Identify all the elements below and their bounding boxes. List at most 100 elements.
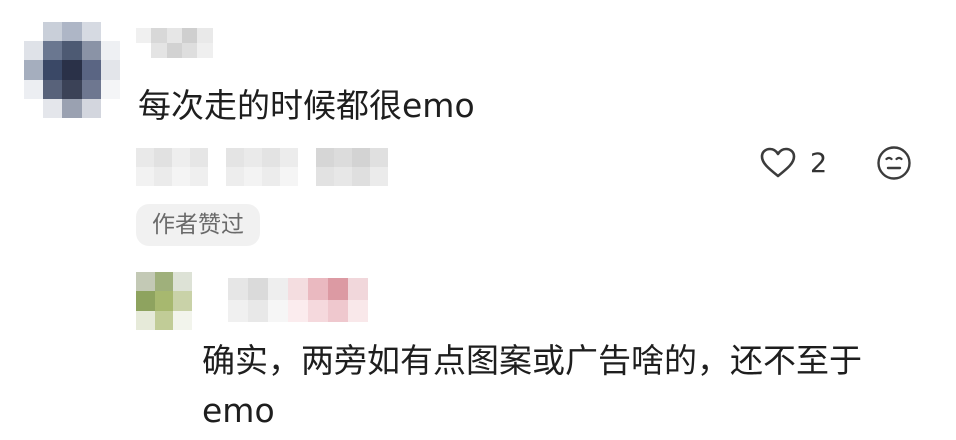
mosaic-cell xyxy=(280,148,298,167)
mosaic-cell xyxy=(62,22,82,42)
mosaic-cell xyxy=(81,60,101,80)
mosaic-cell xyxy=(43,41,63,61)
mosaic-cell xyxy=(81,41,101,61)
mosaic-cell xyxy=(197,28,213,43)
mosaic-cell xyxy=(136,310,155,330)
mosaic-cell xyxy=(43,22,63,42)
mosaic-cell xyxy=(43,79,63,99)
mosaic-cell xyxy=(248,300,268,322)
mosaic-cell xyxy=(100,98,120,118)
mosaic-cell xyxy=(100,60,120,80)
mosaic-cell xyxy=(24,98,44,118)
mosaic-cell xyxy=(348,278,368,300)
mosaic-cell xyxy=(173,272,192,292)
comment-meta-redacted xyxy=(136,148,388,186)
mosaic-cell xyxy=(24,22,44,42)
mosaic-cell xyxy=(24,60,44,80)
mosaic-cell xyxy=(100,41,120,61)
reply-username-redacted[interactable] xyxy=(208,278,368,322)
mosaic-cell xyxy=(154,167,172,186)
mosaic-cell xyxy=(62,41,82,61)
neutral-face-icon[interactable] xyxy=(876,145,912,181)
mosaic-cell xyxy=(288,278,308,300)
mosaic-cell xyxy=(208,300,228,322)
mosaic-cell xyxy=(151,43,167,58)
mosaic-cell xyxy=(208,278,228,300)
author-liked-badge: 作者赞过 xyxy=(136,204,260,246)
mosaic-cell xyxy=(352,148,370,167)
mosaic-cell xyxy=(268,278,288,300)
mosaic-cell xyxy=(228,278,248,300)
mosaic-cell xyxy=(262,148,280,167)
mosaic-cell xyxy=(316,148,334,167)
mosaic-cell xyxy=(370,167,388,186)
mosaic-cell xyxy=(212,28,228,43)
mosaic-cell xyxy=(136,28,152,43)
mosaic-cell xyxy=(166,28,182,43)
mosaic-cell xyxy=(316,167,334,186)
mosaic-cell xyxy=(262,167,280,186)
mosaic-cell xyxy=(228,300,248,322)
mosaic-cell xyxy=(334,167,352,186)
mosaic-cell xyxy=(190,148,208,167)
mosaic-cell xyxy=(151,28,167,43)
mosaic-cell xyxy=(136,272,155,292)
mosaic-cell xyxy=(154,291,174,311)
mosaic-cell xyxy=(136,43,152,58)
mosaic-cell xyxy=(62,60,82,80)
mosaic-cell xyxy=(352,167,370,186)
mosaic-cell xyxy=(370,148,388,167)
mosaic-cell xyxy=(81,22,101,42)
mosaic-cell xyxy=(24,79,44,99)
like-button[interactable]: 2 xyxy=(760,144,827,182)
reply-text: 确实，两旁如有点图案或广告啥的，还不至于emo xyxy=(202,341,862,430)
mosaic-cell xyxy=(172,148,190,167)
mosaic-cell xyxy=(334,148,352,167)
mosaic-cell xyxy=(328,278,348,300)
mosaic-cell xyxy=(298,167,316,186)
mosaic-cell xyxy=(190,167,208,186)
mosaic-cell xyxy=(136,291,155,311)
mosaic-cell xyxy=(81,79,101,99)
mosaic-cell xyxy=(280,167,298,186)
heart-outline-icon xyxy=(760,147,796,178)
mosaic-cell xyxy=(43,60,63,80)
avatar[interactable] xyxy=(24,22,120,118)
mosaic-cell xyxy=(308,278,328,300)
mosaic-cell xyxy=(226,148,244,167)
reply-avatar[interactable] xyxy=(136,272,192,330)
mosaic-cell xyxy=(81,98,101,118)
mosaic-cell xyxy=(288,300,308,322)
mosaic-cell xyxy=(248,278,268,300)
mosaic-cell xyxy=(268,300,288,322)
mosaic-cell xyxy=(208,148,226,167)
mosaic-cell xyxy=(197,43,213,58)
mosaic-cell xyxy=(154,148,172,167)
mosaic-cell xyxy=(208,167,226,186)
mosaic-cell xyxy=(154,310,174,330)
mosaic-cell xyxy=(226,167,244,186)
mosaic-cell xyxy=(308,300,328,322)
mosaic-cell xyxy=(244,167,262,186)
mosaic-cell xyxy=(166,43,182,58)
mosaic-cell xyxy=(348,300,368,322)
mosaic-cell xyxy=(298,148,316,167)
mosaic-cell xyxy=(328,300,348,322)
mosaic-cell xyxy=(154,272,174,292)
mosaic-cell xyxy=(172,167,190,186)
mosaic-cell xyxy=(173,310,192,330)
like-count: 2 xyxy=(810,147,828,179)
mosaic-cell xyxy=(100,79,120,99)
mosaic-cell xyxy=(62,98,82,118)
mosaic-cell xyxy=(212,43,228,58)
username-redacted[interactable] xyxy=(136,28,228,58)
mosaic-cell xyxy=(43,98,63,118)
mosaic-cell xyxy=(100,22,120,42)
mosaic-cell xyxy=(181,28,198,43)
comment-text: 每次走的时候都很emo xyxy=(138,86,475,125)
mosaic-cell xyxy=(181,43,198,58)
mosaic-cell xyxy=(136,167,154,186)
mosaic-cell xyxy=(62,79,82,99)
mosaic-cell xyxy=(244,148,262,167)
mosaic-cell xyxy=(24,41,44,61)
